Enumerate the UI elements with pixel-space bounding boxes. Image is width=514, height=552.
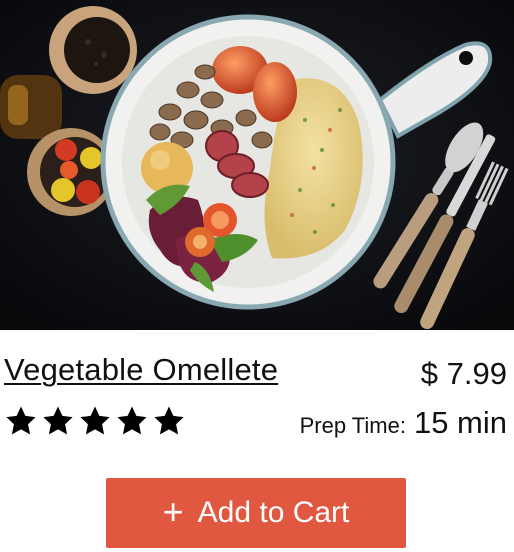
plus-icon: + [162, 490, 184, 532]
star-icon [43, 406, 73, 435]
star-icon [80, 406, 110, 435]
star-icon [117, 406, 147, 435]
prep-time-label: Prep Time: [299, 413, 406, 438]
product-price: $ 7.99 [420, 356, 507, 391]
prep-time-value: 15 min [413, 405, 507, 440]
product-title[interactable]: Vegetable Omellete [4, 352, 278, 388]
star-icon [6, 406, 36, 435]
star-icon [154, 406, 184, 435]
add-to-cart-label: Add to Cart [197, 496, 350, 529]
product-image [0, 0, 514, 330]
prep-time: Prep Time: 15 min [300, 405, 507, 441]
star-rating [4, 404, 186, 438]
add-to-cart-button[interactable]: + Add to Cart [106, 478, 406, 548]
